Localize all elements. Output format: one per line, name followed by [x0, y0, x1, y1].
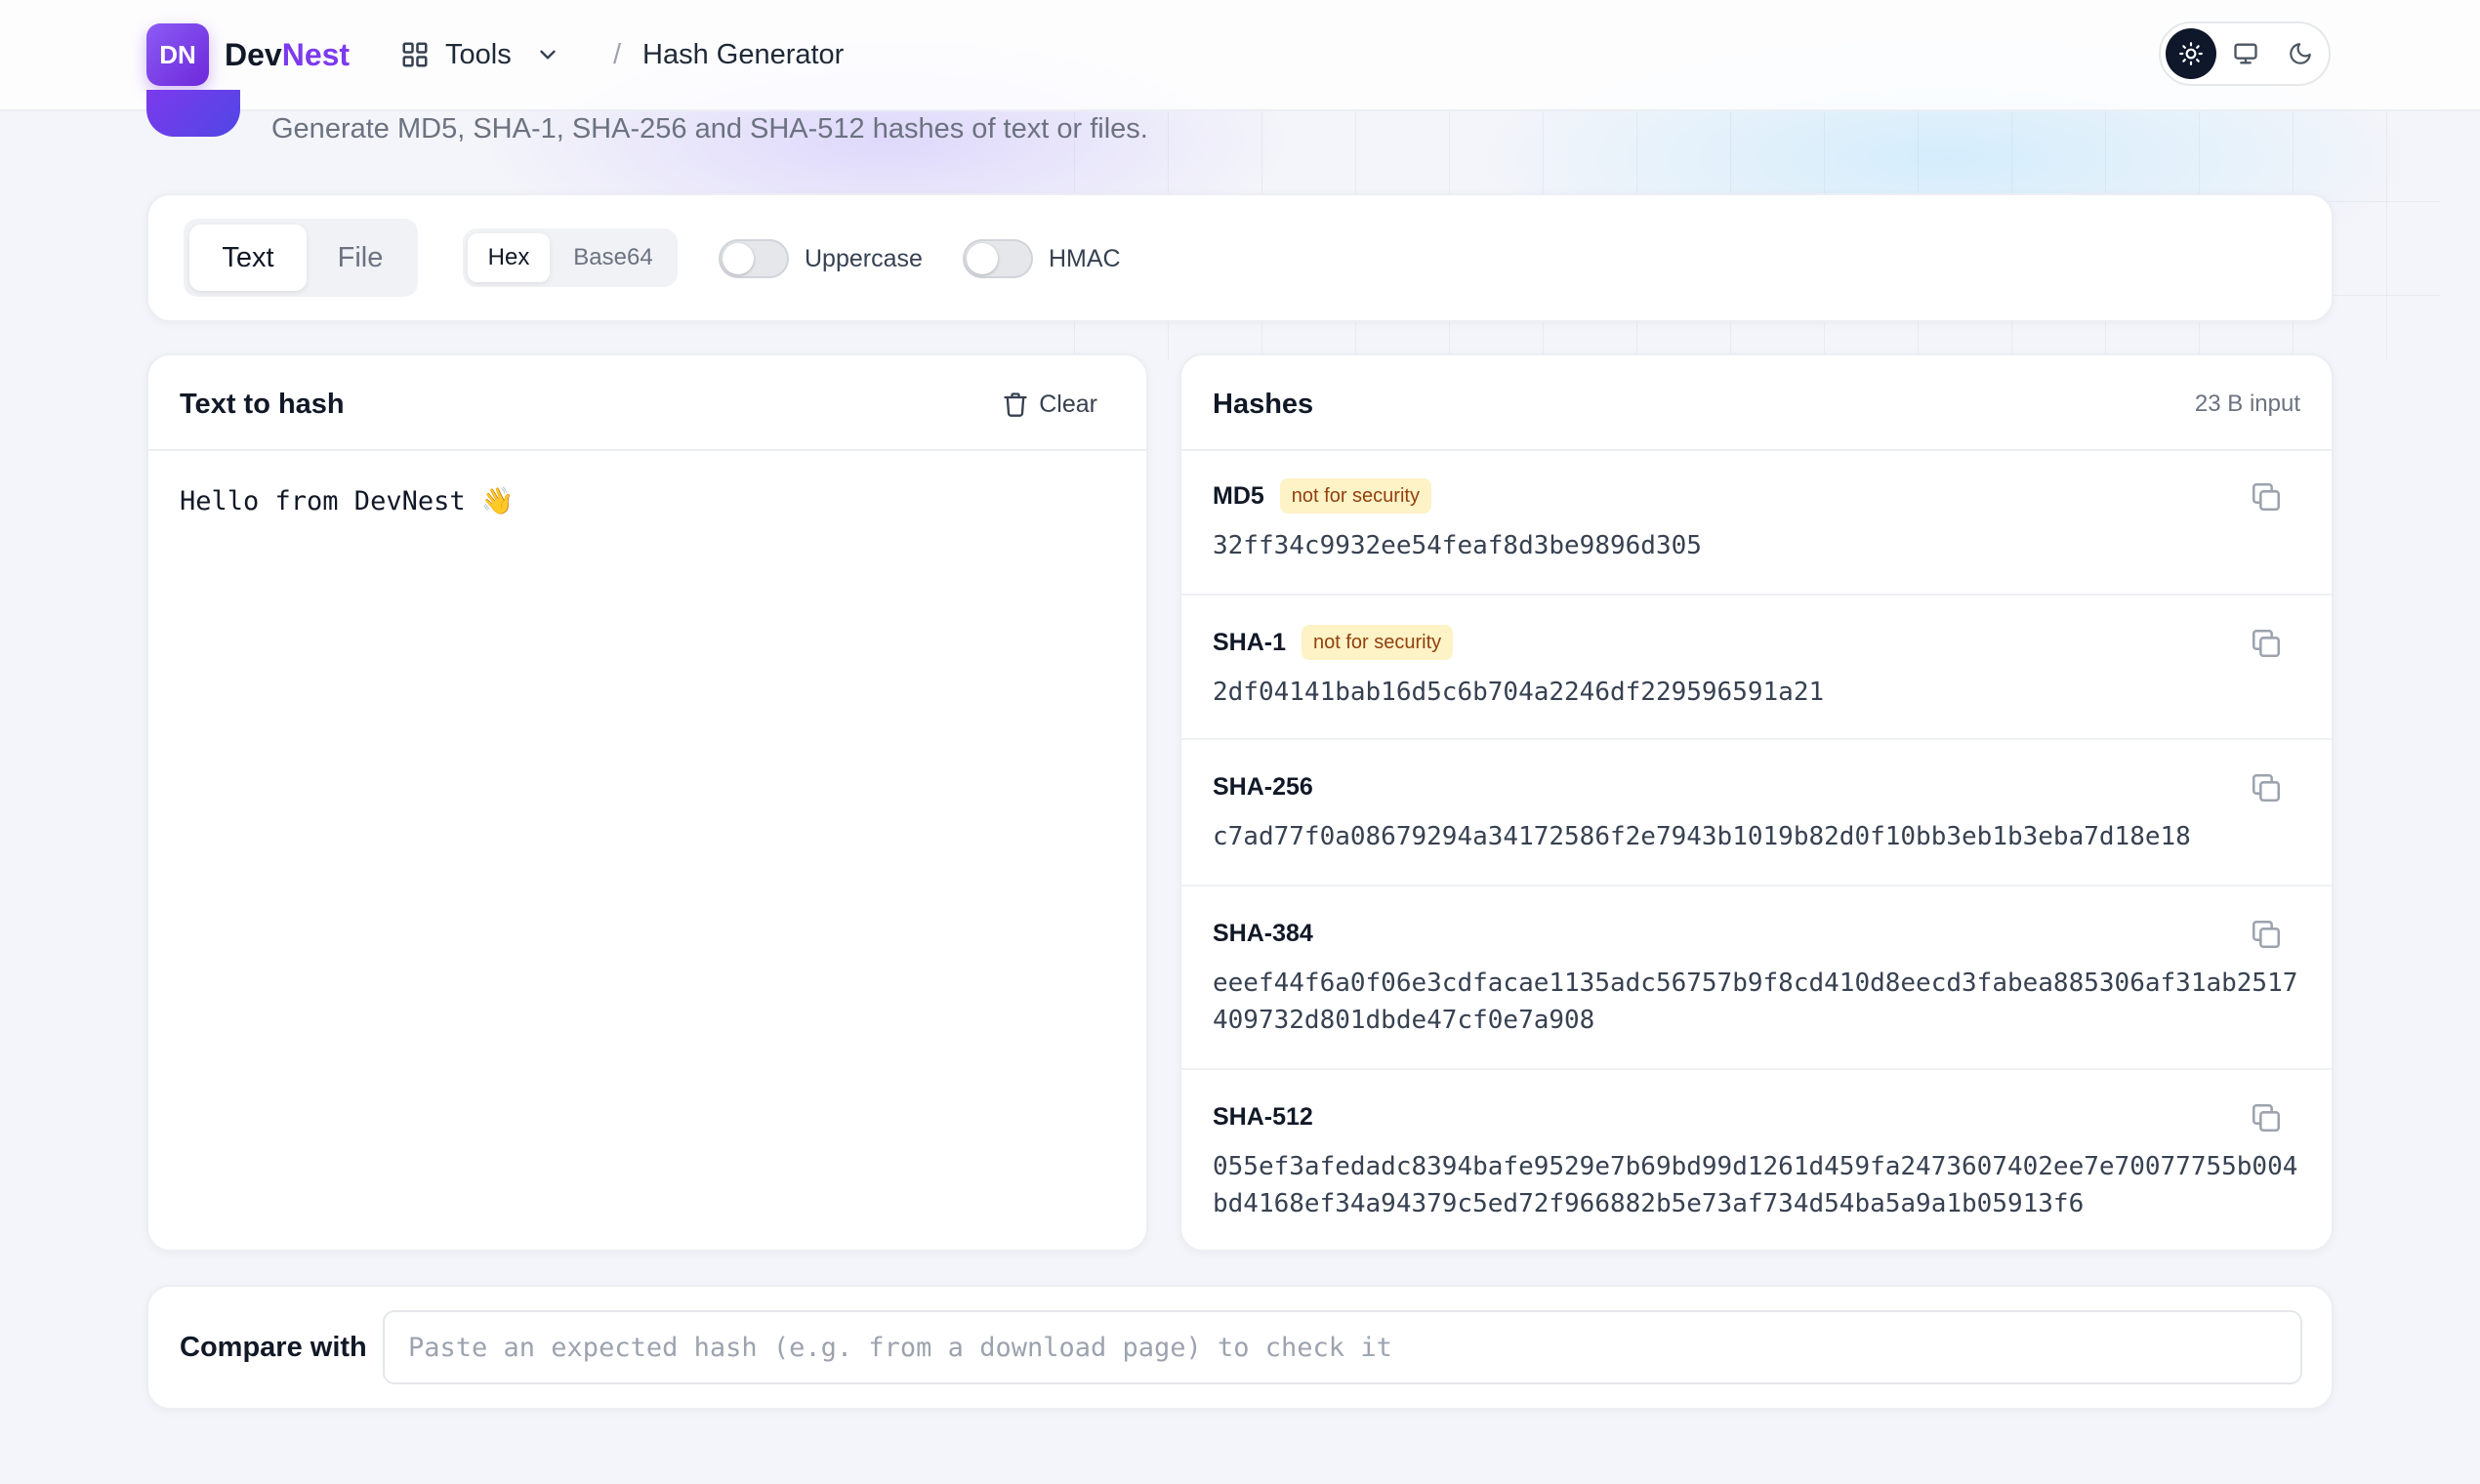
copy-icon[interactable] [2250, 771, 2283, 804]
hashes-card-title: Hashes [1213, 389, 1314, 420]
hash-row-md5: MD5 not for security 32ff34c9932ee54feaf… [1181, 449, 2332, 596]
hash-value: 055ef3afedadc8394bafe9529e7b69bd99d1261d… [1213, 1152, 2298, 1218]
uppercase-toggle-control[interactable]: Uppercase [719, 238, 923, 279]
hmac-toggle-control[interactable]: HMAC [963, 238, 1121, 279]
text-input-card: Text to hash Clear Hello from DevNest 👋 [146, 353, 1148, 1252]
hash-name-sha512: SHA-512 [1213, 1099, 1313, 1134]
toggle-knob [723, 243, 754, 274]
hash-row-sha384: SHA-384 eeef44f6a0f06e3cdfacae1135adc567… [1181, 886, 2332, 1070]
hash-value: eeef44f6a0f06e3cdfacae1135adc56757b9f8cd… [1213, 969, 2298, 1035]
breadcrumb-current: Hash Generator [642, 39, 845, 70]
sun-icon [2179, 42, 2203, 65]
compare-hash-input[interactable] [383, 1310, 2302, 1384]
hash-value: 32ff34c9932ee54feaf8d3be9896d305 [1213, 531, 1702, 560]
encoding-base64-button[interactable]: Base64 [553, 233, 674, 282]
monitor-icon [2234, 43, 2257, 64]
hash-algorithm: MD5 [1213, 482, 1264, 510]
hashes-card-header: Hashes 23 B input [1181, 355, 2332, 451]
hash-algorithm: SHA-256 [1213, 773, 1313, 801]
uppercase-label: Uppercase [805, 244, 923, 272]
hashes-card: Hashes 23 B input MD5 not for security 3… [1179, 353, 2334, 1252]
copy-icon[interactable] [2250, 627, 2283, 660]
hmac-label: HMAC [1049, 244, 1121, 272]
tools-menu-button[interactable]: Tools [400, 33, 560, 76]
tab-text[interactable]: Text [189, 225, 307, 291]
copy-icon[interactable] [2250, 1101, 2283, 1134]
input-size-label: 23 B input [2194, 391, 2300, 417]
hash-row-sha256: SHA-256 c7ad77f0a08679294a34172586f2e794… [1181, 740, 2332, 886]
hash-name-sha384: SHA-384 [1213, 916, 1313, 951]
trash-icon [1004, 392, 1027, 417]
theme-light-button[interactable] [2166, 28, 2216, 79]
top-navbar: DN DevNest Tools / Hash Generator [0, 0, 2480, 111]
theme-switcher [2159, 21, 2331, 86]
hmac-toggle[interactable] [963, 239, 1033, 278]
copy-icon[interactable] [2250, 918, 2283, 951]
input-card-title: Text to hash [180, 389, 345, 420]
clear-button-label: Clear [1039, 390, 1097, 418]
encoding-hex-button[interactable]: Hex [468, 233, 550, 282]
brand-name[interactable]: DevNest [225, 33, 350, 76]
security-warning-badge: not for security [1279, 478, 1431, 514]
logo-badge[interactable]: DN [146, 23, 209, 86]
theme-system-button[interactable] [2220, 28, 2271, 79]
grid-icon [402, 42, 428, 67]
hash-value: c7ad77f0a08679294a34172586f2e7943b1019b8… [1213, 822, 2191, 851]
hash-name-sha256: SHA-256 [1213, 769, 1313, 804]
hash-name-md5: MD5 not for security [1213, 478, 1431, 514]
hash-value: 2df04141bab16d5c6b704a2246df229596591a21 [1213, 678, 1825, 707]
encoding-selector: Hex Base64 [463, 228, 678, 287]
compare-label: Compare with [180, 1332, 367, 1363]
page-subtitle: Generate MD5, SHA-1, SHA-256 and SHA-512… [271, 113, 1148, 144]
copy-icon[interactable] [2250, 480, 2283, 514]
input-mode-tabs: Text File [184, 219, 418, 297]
hash-algorithm: SHA-384 [1213, 920, 1313, 947]
clear-button[interactable]: Clear [1002, 385, 1097, 424]
compare-bar: Compare with [146, 1285, 2334, 1410]
text-to-hash-input[interactable]: Hello from DevNest 👋 [180, 482, 1117, 1224]
brand-name-part2: Nest [281, 37, 351, 72]
brand-name-part1: Dev [225, 37, 282, 72]
options-bar: Text File Hex Base64 Uppercase HMAC [146, 193, 2334, 322]
hash-name-sha1: SHA-1 not for security [1213, 625, 1454, 660]
toggle-knob [967, 243, 998, 274]
hash-algorithm: SHA-512 [1213, 1103, 1313, 1131]
theme-dark-button[interactable] [2275, 28, 2326, 79]
input-card-header: Text to hash Clear [148, 355, 1146, 451]
uppercase-toggle[interactable] [719, 239, 789, 278]
tools-menu-label: Tools [445, 38, 512, 70]
hash-row-sha512: SHA-512 055ef3afedadc8394bafe9529e7b69bd… [1181, 1070, 2332, 1250]
moon-icon [2290, 43, 2311, 64]
breadcrumb-separator: / [613, 39, 622, 70]
tab-file[interactable]: File [307, 225, 414, 291]
chevron-down-icon [540, 50, 556, 60]
security-warning-badge: not for security [1302, 625, 1454, 660]
tool-icon [146, 90, 240, 137]
hash-row-sha1: SHA-1 not for security 2df04141bab16d5c6… [1181, 596, 2332, 740]
hash-algorithm: SHA-1 [1213, 629, 1287, 656]
